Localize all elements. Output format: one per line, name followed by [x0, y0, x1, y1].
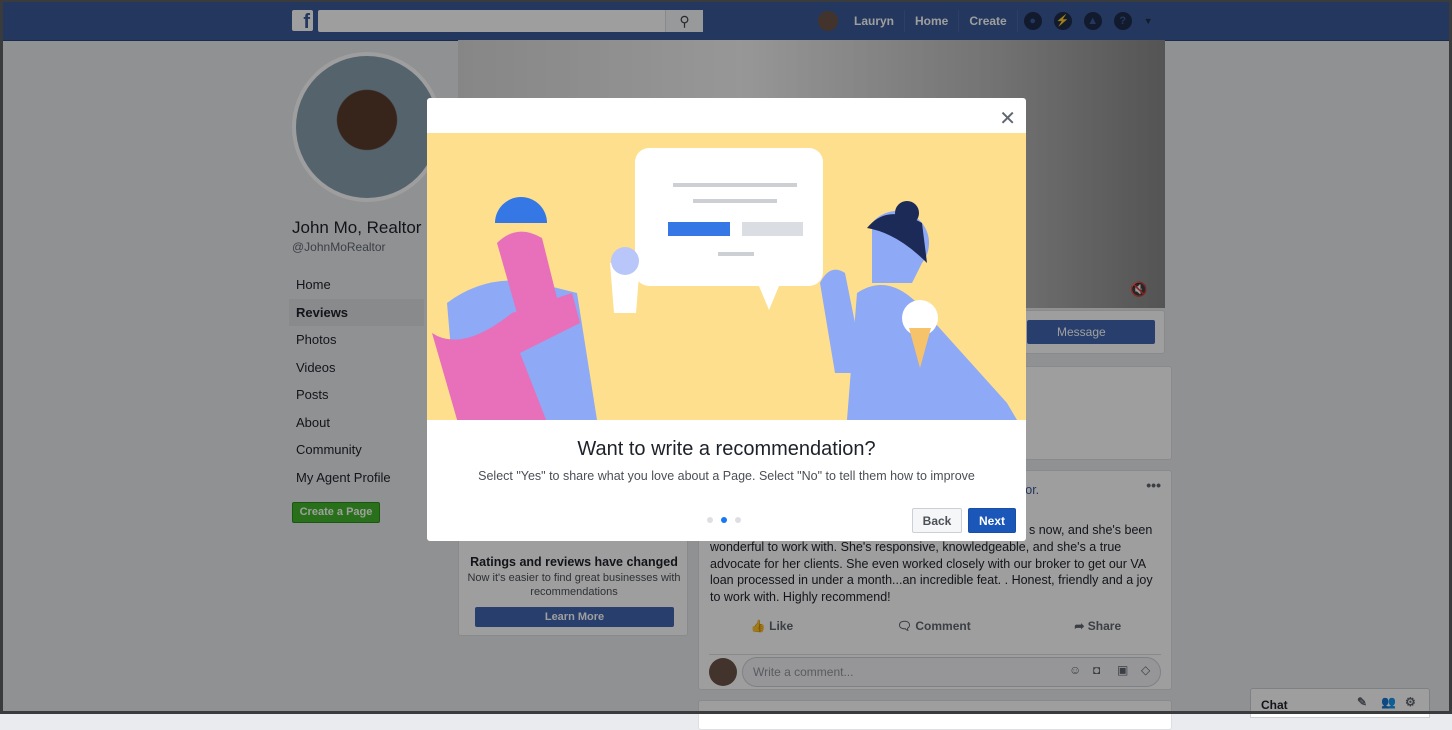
step-dot-active: [721, 517, 727, 523]
dialog-title: Want to write a recommendation?: [577, 438, 876, 460]
dialog-subtitle: Select "Yes" to share what you love abou…: [478, 469, 975, 483]
recommendation-illustration: [427, 133, 1026, 430]
step-indicator: [707, 517, 741, 523]
back-button[interactable]: Back: [912, 508, 962, 533]
step-dot: [707, 517, 713, 523]
recommendation-dialog: ✕ Want to write a recommendation? Select…: [427, 98, 1026, 541]
close-icon[interactable]: ✕: [999, 106, 1016, 131]
step-dot: [735, 517, 741, 523]
next-button[interactable]: Next: [968, 508, 1016, 533]
